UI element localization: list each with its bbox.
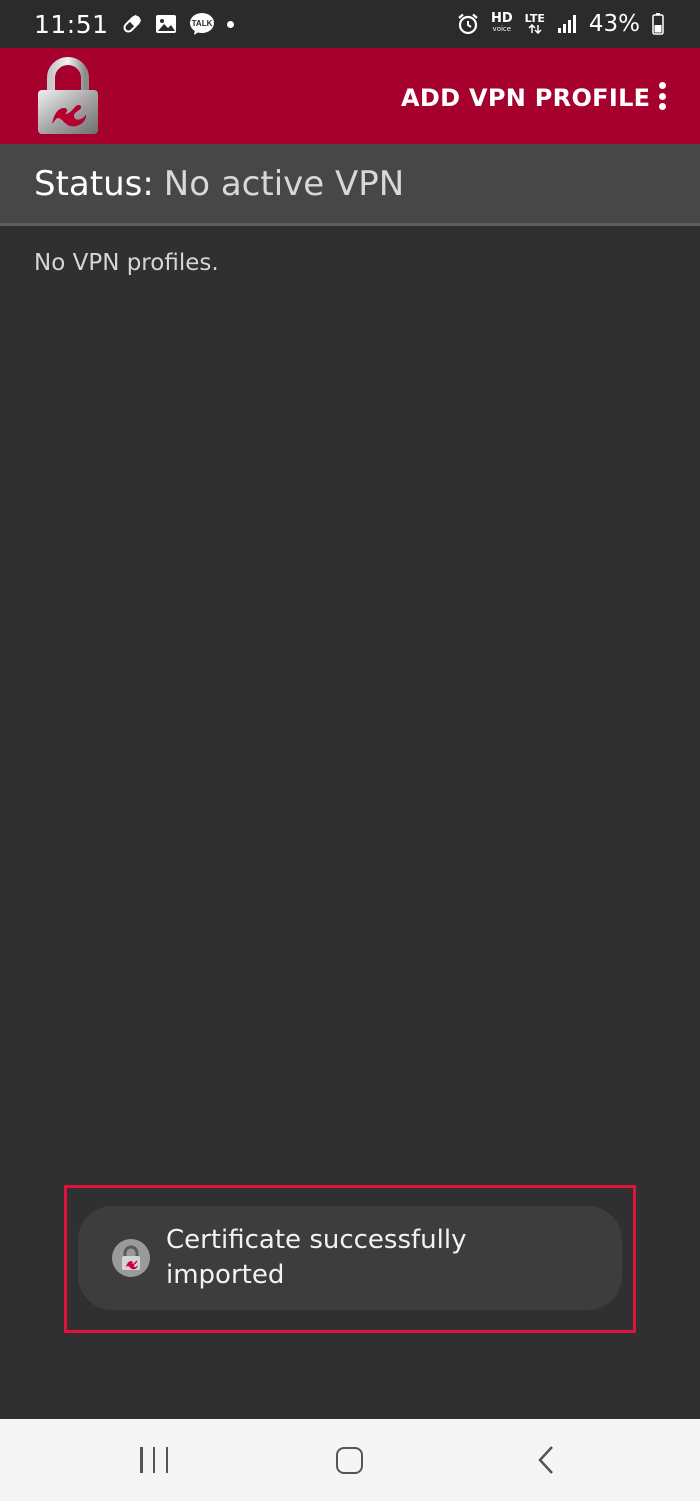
app-bar: ADD VPN PROFILE	[0, 48, 700, 144]
clock: 11:51	[34, 9, 109, 39]
talk-icon-label: TALK	[191, 19, 212, 28]
home-icon[interactable]	[336, 1447, 363, 1474]
notification-dot-icon	[226, 20, 234, 28]
lte-icon: LTE	[525, 13, 545, 36]
status-bar-right: HD voice LTE 43%	[457, 11, 664, 37]
vpn-status-bar: Status: No active VPN	[0, 144, 700, 226]
menu-dot	[658, 92, 666, 100]
alarm-icon	[457, 13, 479, 35]
recents-icon[interactable]	[140, 1447, 168, 1473]
status-bar: 11:51 TALK HD voice LTE 43%	[0, 0, 700, 48]
image-icon	[155, 13, 177, 35]
status-bar-left: 11:51 TALK	[34, 10, 234, 39]
hd-voice-icon: HD voice	[491, 12, 513, 35]
toast-message: Certificate successfully imported	[166, 1225, 467, 1290]
screen: 11:51 TALK HD voice LTE 43% ADD VPN PROF…	[0, 0, 700, 1501]
strongswan-padlock-logo	[34, 56, 102, 136]
status-label: Status:	[34, 163, 154, 204]
talk-icon: TALK	[189, 12, 215, 36]
hd-sub-label: voice	[492, 25, 512, 33]
recents-bar	[165, 1447, 168, 1473]
add-vpn-profile-button[interactable]: ADD VPN PROFILE	[401, 84, 650, 112]
pill-icon	[121, 13, 143, 35]
empty-profiles-text: No VPN profiles.	[34, 250, 219, 276]
battery-percent: 43%	[588, 11, 640, 37]
battery-icon	[652, 13, 664, 35]
menu-dot	[658, 103, 666, 110]
back-icon[interactable]	[536, 1445, 556, 1475]
strongswan-app-icon	[112, 1239, 150, 1277]
recents-bar	[140, 1447, 143, 1473]
status-value: No active VPN	[163, 163, 405, 204]
navigation-bar	[0, 1419, 700, 1501]
toast: Certificate successfully imported	[78, 1206, 622, 1310]
more-vert-icon[interactable]	[650, 78, 674, 114]
recents-bar	[152, 1447, 156, 1473]
menu-dot	[658, 82, 666, 89]
signal-icon	[557, 14, 577, 34]
